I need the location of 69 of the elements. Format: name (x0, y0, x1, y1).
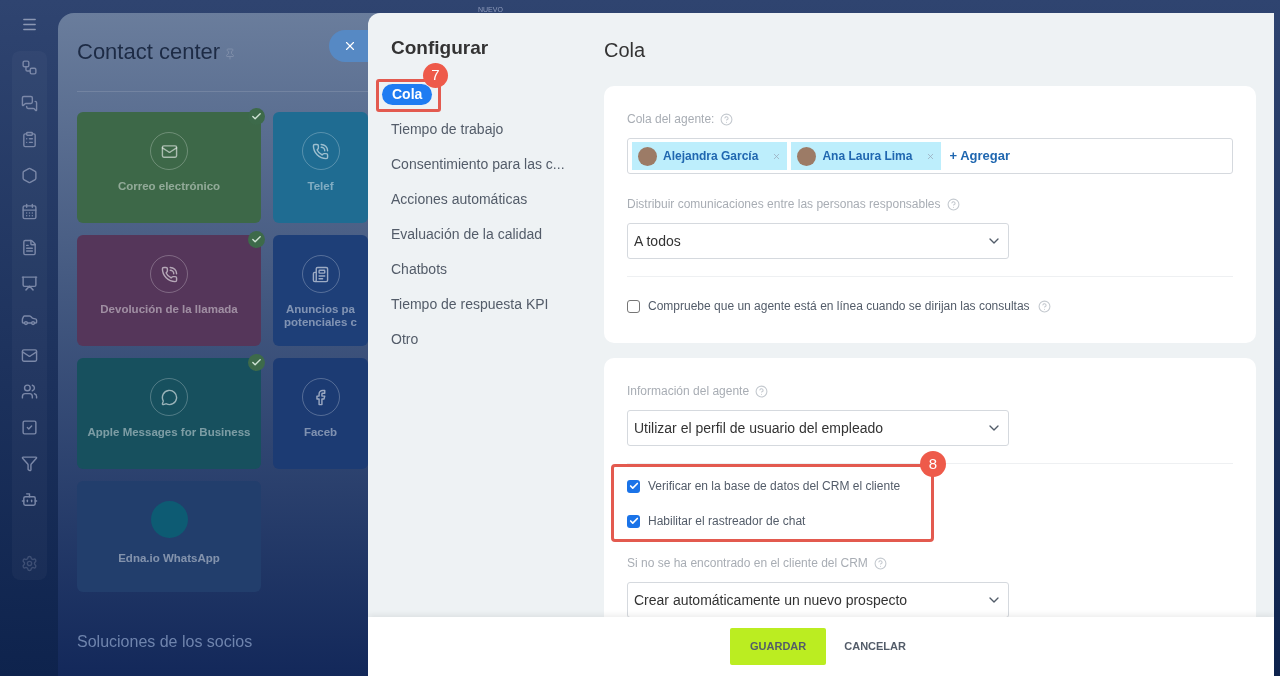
remove-icon[interactable] (926, 151, 936, 161)
avatar-icon (638, 146, 657, 166)
callout-number: 8 (920, 451, 946, 477)
callout-number: 7 (423, 63, 448, 88)
field-label: Información del agente (627, 383, 750, 400)
sidebar-icon[interactable] (20, 455, 38, 472)
channel-name: Edna.io WhatsApp (117, 552, 221, 565)
close-button[interactable] (329, 30, 368, 62)
save-button[interactable]: GUARDAR (730, 628, 827, 665)
nav-item[interactable]: Tiempo de trabajo (391, 118, 504, 140)
checkbox[interactable] (627, 479, 640, 493)
close-icon (343, 39, 357, 53)
nav-item[interactable]: Evaluación de la calidad (391, 223, 542, 245)
agent-chip[interactable]: Alejandra García (632, 142, 788, 170)
crm-action-select[interactable]: Crear automáticamente un nuevo prospecto (627, 582, 1009, 618)
field-label: Distribuir comunicaciones entre las personas responsables (627, 196, 941, 213)
channel-name: Correo electrónico (116, 180, 222, 193)
settings-icon[interactable] (20, 555, 38, 572)
channel-tile[interactable]: Edna.io WhatsApp (77, 481, 261, 592)
menu-icon[interactable] (20, 16, 38, 33)
help-icon[interactable] (720, 112, 734, 126)
channel-name: Anuncios pa potenciales c (283, 303, 358, 329)
channel-tile[interactable]: Faceb (273, 358, 368, 469)
field-label: Cola del agente: (627, 111, 715, 128)
sidebar-icon[interactable] (20, 131, 38, 148)
nav-item[interactable]: Chatbots (391, 258, 448, 280)
page-title: Contact center (77, 38, 221, 66)
nav-item[interactable]: Otro (391, 328, 419, 350)
sidebar-icon[interactable] (20, 239, 38, 256)
sidebar-icon[interactable] (20, 95, 38, 112)
help-icon[interactable] (755, 384, 769, 398)
sidebar-icon[interactable] (20, 203, 38, 220)
add-link[interactable]: + Agregar (949, 146, 1010, 166)
logo-icon (150, 501, 188, 538)
agent-picker[interactable]: Alejandra García Ana Laura Lima + Agregar (627, 138, 1233, 174)
field-label: Si no se ha encontrado en el cliente del CRM (627, 555, 868, 572)
help-icon[interactable] (946, 197, 960, 211)
cancel-button[interactable]: CANCELAR (834, 628, 916, 665)
agent-chip[interactable]: Ana Laura Lima (791, 142, 942, 170)
remove-icon[interactable] (772, 151, 782, 161)
channel-tile[interactable]: Anuncios pa potenciales c (273, 235, 368, 346)
checkbox-label: Verificar en la base de datos del CRM el cliente (648, 478, 901, 495)
checkbox[interactable] (627, 299, 640, 313)
nav-item[interactable]: Consentimiento para las c... (391, 153, 565, 175)
nav-title: Configurar (391, 36, 490, 60)
distribution-select[interactable]: A todos (627, 223, 1009, 259)
agent-info-select[interactable]: Utilizar el perfil de usuario del empleado (627, 410, 1009, 446)
sidebar-icon[interactable] (20, 59, 38, 76)
nav-item[interactable]: Cola (382, 83, 433, 105)
section-heading: Cola (604, 38, 647, 63)
checkbox[interactable] (627, 514, 640, 528)
sidebar-icon[interactable] (20, 167, 38, 184)
sidebar-icon[interactable] (20, 419, 38, 436)
section-title: Soluciones de los socios (77, 632, 254, 652)
sidebar-icon[interactable] (20, 383, 38, 400)
sidebar-icon[interactable] (20, 491, 38, 508)
checkbox-label: Habilitar el rastreador de chat (648, 513, 806, 530)
sidebar-icon[interactable] (20, 275, 38, 292)
nav-item[interactable]: Acciones automáticas (391, 188, 528, 210)
help-icon[interactable] (873, 556, 887, 570)
nav-item[interactable]: Tiempo de respuesta KPI (391, 293, 549, 315)
avatar-icon (797, 146, 817, 166)
channel-name: Faceb (302, 426, 339, 439)
checkbox-label: Compruebe que un agente está en línea cuando se dirijan las consultas (648, 298, 1030, 315)
help-icon[interactable] (1037, 299, 1051, 313)
channel-name: Apple Messages for Business (86, 426, 252, 439)
channel-name: Devolución de la llamada (99, 303, 239, 316)
sidebar-icon[interactable] (20, 347, 38, 364)
channel-name: Telef (306, 180, 335, 193)
